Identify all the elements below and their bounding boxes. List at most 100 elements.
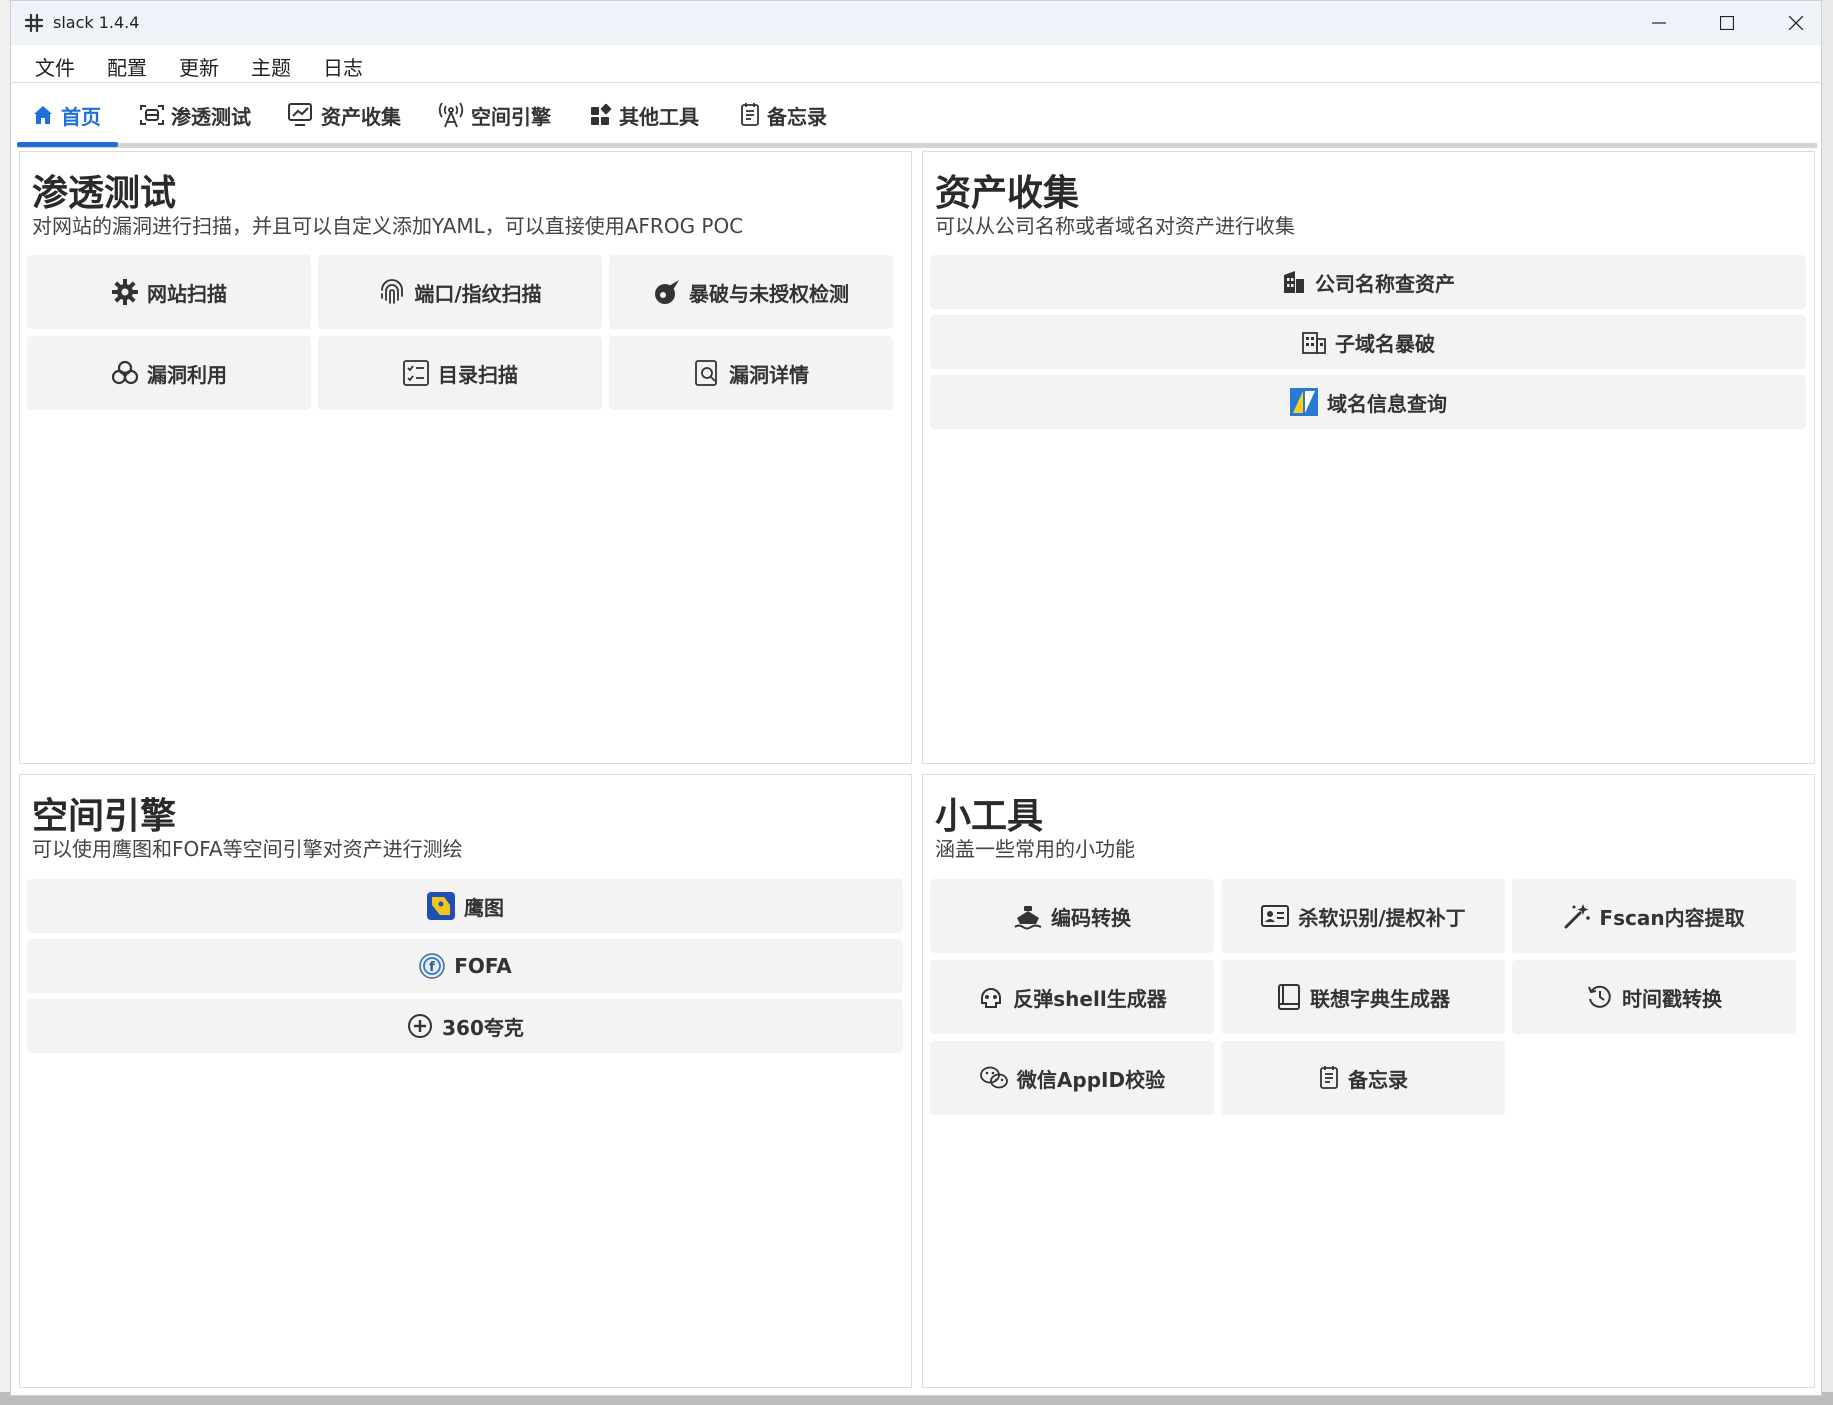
panel-assets: 资产收集 可以从公司名称或者域名对资产进行收集 公司名称查资产 子域名暴破 域名… — [922, 151, 1815, 764]
vuln-details-button[interactable]: 漏洞详情 — [609, 336, 893, 410]
gear-icon — [112, 279, 138, 305]
domain-info-button[interactable]: 域名信息查询 — [930, 375, 1806, 429]
office-building-icon — [1302, 332, 1326, 354]
button-label: 鹰图 — [464, 895, 504, 920]
button-label: 子域名暴破 — [1335, 331, 1435, 356]
directory-scan-button[interactable]: 目录扫描 — [318, 336, 602, 410]
button-label: 杀软识别/提权补丁 — [1298, 905, 1466, 930]
button-label: 漏洞详情 — [729, 362, 809, 387]
button-label: 端口/指纹扫描 — [414, 281, 542, 306]
menu-theme[interactable]: 主题 — [251, 52, 291, 81]
reverse-shell-generator-button[interactable]: 反弹shell生成器 — [930, 960, 1214, 1034]
button-label: 360夸克 — [442, 1015, 524, 1040]
menu-log[interactable]: 日志 — [323, 52, 363, 81]
biohazard-icon — [111, 360, 139, 385]
antenna-icon — [438, 102, 464, 128]
tab-label: 其他工具 — [619, 104, 699, 129]
fofa-button[interactable]: f FOFA — [27, 939, 903, 993]
button-label: 反弹shell生成器 — [1013, 986, 1167, 1011]
app-window: slack 1.4.4 文件 配置 更新 主题 日志 首页 渗透测试 资产收集 — [10, 0, 1822, 1396]
company-assets-button[interactable]: 公司名称查资产 — [930, 255, 1806, 309]
panel-title: 渗透测试 — [32, 173, 177, 214]
domain-logo-icon — [1290, 388, 1318, 416]
fofa-logo-icon: f — [419, 953, 445, 979]
window-title: slack 1.4.4 — [53, 13, 140, 32]
button-label: 暴破与未授权检测 — [689, 281, 849, 306]
magic-wand-icon — [1564, 904, 1591, 929]
active-tab-indicator — [17, 142, 118, 147]
panel-tools: 小工具 涵盖一些常用的小功能 编码转换 杀软识别/提权补丁 Fscan内容提取 … — [922, 774, 1815, 1388]
panel-description: 可以使用鹰图和FOFA等空间引擎对资产进行测绘 — [32, 837, 463, 861]
tab-label: 资产收集 — [321, 104, 401, 129]
encode-convert-button[interactable]: 编码转换 — [930, 879, 1214, 953]
chart-monitor-icon — [288, 103, 312, 126]
fingerprint-icon — [381, 279, 404, 304]
hunter-button[interactable]: 鹰图 — [27, 879, 903, 933]
minimize-button[interactable] — [1625, 1, 1693, 45]
skull-icon — [981, 988, 1002, 1008]
panel-description: 涵盖一些常用的小功能 — [935, 837, 1135, 861]
tab-separator — [17, 143, 1817, 148]
tab-label: 备忘录 — [767, 104, 827, 129]
menu-config[interactable]: 配置 — [107, 52, 147, 81]
tab-home[interactable]: 首页 — [31, 99, 101, 131]
tab-memo[interactable]: 备忘录 — [739, 99, 827, 131]
tab-other-tools[interactable]: 其他工具 — [589, 99, 699, 131]
desktop-background-right — [1822, 0, 1833, 1405]
meteor-icon — [655, 280, 679, 304]
panel-space-engine: 空间引擎 可以使用鹰图和FOFA等空间引擎对资产进行测绘 鹰图 f FOFA 3… — [19, 774, 912, 1388]
plus-circle-icon — [408, 1014, 433, 1038]
panel-title: 小工具 — [935, 796, 1044, 837]
port-fingerprint-scan-button[interactable]: 端口/指纹扫描 — [318, 255, 602, 329]
close-button[interactable] — [1762, 1, 1821, 45]
panel-title: 资产收集 — [935, 173, 1080, 214]
button-label: Fscan内容提取 — [1599, 905, 1745, 930]
button-label: 时间戳转换 — [1622, 986, 1722, 1011]
memo-icon — [741, 103, 759, 126]
tab-space-engine[interactable]: 空间引擎 — [437, 99, 551, 131]
tab-label: 渗透测试 — [171, 104, 251, 129]
website-scan-button[interactable]: 网站扫描 — [27, 255, 311, 329]
button-label: 备忘录 — [1348, 1067, 1408, 1092]
tab-pentest[interactable]: 渗透测试 — [139, 99, 251, 131]
menu-file[interactable]: 文件 — [35, 52, 75, 81]
tab-bar: 首页 渗透测试 资产收集 空间引擎 其他工具 备忘录 — [11, 83, 1821, 148]
exploit-button[interactable]: 漏洞利用 — [27, 336, 311, 410]
button-label: FOFA — [454, 954, 512, 978]
subdomain-bruteforce-button[interactable]: 子域名暴破 — [930, 315, 1806, 369]
360-quake-button[interactable]: 360夸克 — [27, 999, 903, 1053]
minimize-icon — [1652, 22, 1666, 24]
svg-text:f: f — [429, 960, 435, 975]
antivirus-patch-button[interactable]: 杀软识别/提权补丁 — [1221, 879, 1505, 953]
building-icon — [1284, 271, 1304, 293]
panel-title: 空间引擎 — [32, 796, 177, 837]
bruteforce-unauth-button[interactable]: 暴破与未授权检测 — [609, 255, 893, 329]
maximize-button[interactable] — [1693, 1, 1761, 45]
wechat-icon — [980, 1066, 1008, 1089]
tab-label: 空间引擎 — [471, 104, 551, 129]
button-label: 公司名称查资产 — [1315, 271, 1455, 296]
button-label: 漏洞利用 — [147, 362, 227, 387]
hunter-logo-icon — [427, 892, 455, 920]
ship-icon — [1014, 906, 1042, 930]
apps-icon — [591, 103, 612, 125]
menu-update[interactable]: 更新 — [179, 52, 219, 81]
checklist-icon — [403, 360, 429, 386]
wechat-appid-check-button[interactable]: 微信AppID校验 — [930, 1041, 1214, 1115]
scan-icon — [140, 105, 164, 125]
tab-assets[interactable]: 资产收集 — [287, 99, 401, 131]
memo-icon — [1320, 1066, 1338, 1089]
button-label: 微信AppID校验 — [1016, 1067, 1166, 1092]
book-icon — [1278, 984, 1300, 1010]
button-label: 网站扫描 — [147, 281, 227, 306]
home-icon — [34, 106, 52, 124]
panel-pentest: 渗透测试 对网站的漏洞进行扫描，并且可以自定义添加YAML，可以直接使用AFRO… — [19, 151, 912, 764]
panel-description: 对网站的漏洞进行扫描，并且可以自定义添加YAML，可以直接使用AFROG POC — [32, 214, 744, 238]
memo-button[interactable]: 备忘录 — [1221, 1041, 1505, 1115]
app-logo-icon — [24, 13, 44, 33]
fscan-extract-button[interactable]: Fscan内容提取 — [1512, 879, 1796, 953]
close-icon — [1789, 16, 1803, 30]
timestamp-convert-button[interactable]: 时间戳转换 — [1512, 960, 1796, 1034]
dictionary-generator-button[interactable]: 联想字典生成器 — [1221, 960, 1505, 1034]
button-label: 目录扫描 — [438, 362, 518, 387]
